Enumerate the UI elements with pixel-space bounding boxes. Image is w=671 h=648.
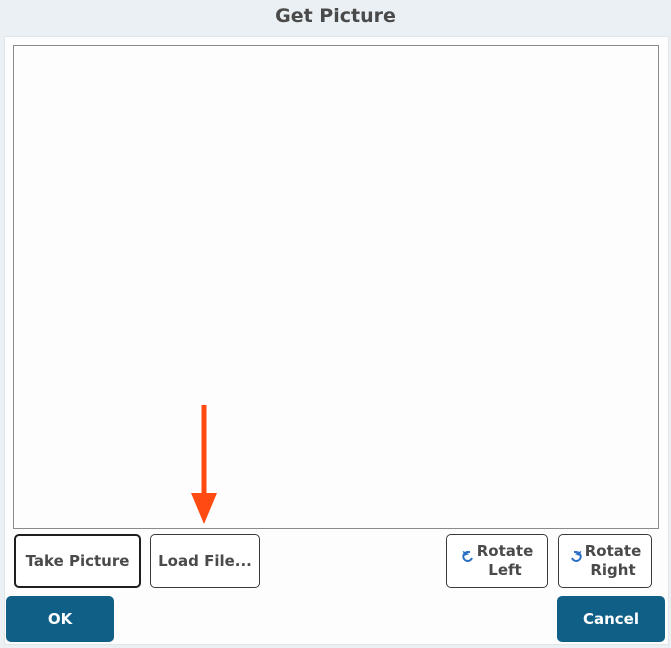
ok-label: OK [47,610,73,628]
arrow-down-icon [191,405,217,524]
rotate-right-icon [569,549,583,568]
rotate-right-label-line2: Right [590,561,636,579]
rotate-right-label-line1: Rotate [584,542,642,560]
ok-button[interactable]: OK [6,596,114,642]
picture-preview-area [13,45,659,529]
cancel-button[interactable]: Cancel [557,596,665,642]
take-picture-button[interactable]: Take Picture [14,534,141,588]
rotate-left-label-line1: Rotate [476,542,534,560]
rotate-left-label-line2: Left [488,561,522,579]
get-picture-dialog: Get Picture Take Picture Load File... Ro… [0,0,671,648]
load-file-label: Load File... [158,552,252,570]
cancel-label: Cancel [582,610,639,628]
load-file-button[interactable]: Load File... [150,534,260,588]
dialog-title: Get Picture [275,5,396,27]
rotate-right-button[interactable]: Rotate Right [558,534,652,588]
rotate-left-button[interactable]: Rotate Left [446,534,548,588]
take-picture-label: Take Picture [25,552,130,570]
rotate-left-icon [461,549,475,568]
